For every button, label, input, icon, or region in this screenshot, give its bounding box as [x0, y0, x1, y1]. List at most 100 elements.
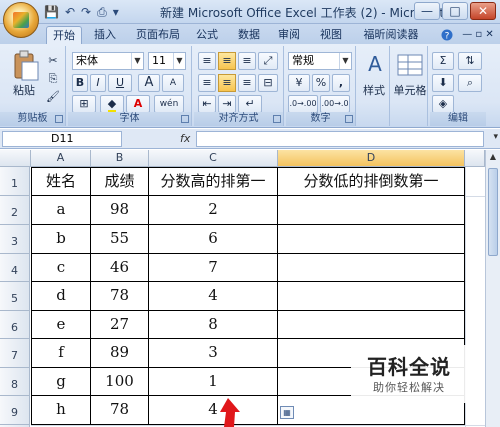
cell-a5[interactable]: d: [31, 282, 91, 311]
comma-button[interactable]: ,: [332, 74, 350, 92]
cell-b4[interactable]: 46: [91, 254, 149, 282]
cell-a1[interactable]: 姓名: [31, 167, 91, 196]
format-painter-icon[interactable]: 🖌: [44, 88, 62, 106]
align-right-icon[interactable]: ≡: [238, 74, 256, 92]
decrease-decimal-icon[interactable]: .00→.0: [320, 95, 350, 113]
cells-button[interactable]: 单元格: [392, 82, 428, 100]
undo-icon[interactable]: ↶: [65, 5, 75, 19]
formula-input[interactable]: [196, 131, 484, 147]
orientation-icon[interactable]: ⤢: [258, 52, 278, 70]
redo-icon[interactable]: ↷: [81, 5, 91, 19]
row-header-5[interactable]: 5: [0, 282, 30, 311]
save-icon[interactable]: 💾: [44, 5, 59, 19]
cell-b5[interactable]: 78: [91, 282, 149, 311]
tab-insert[interactable]: 插入: [88, 26, 122, 44]
currency-icon[interactable]: ¥: [288, 74, 310, 92]
column-header-e[interactable]: [465, 150, 485, 167]
autosum-button[interactable]: Σ: [432, 52, 454, 70]
row-header-6[interactable]: 6: [0, 311, 30, 339]
number-format-select[interactable]: 常规 ▼: [288, 52, 352, 70]
row-header-8[interactable]: 8: [0, 368, 30, 396]
cell-c7[interactable]: 3: [149, 339, 278, 368]
cell-a3[interactable]: b: [31, 225, 91, 254]
shrink-font-button[interactable]: A: [162, 74, 184, 92]
cell-b1[interactable]: 成绩: [91, 167, 149, 196]
cell-b8[interactable]: 100: [91, 368, 149, 396]
tab-page-layout[interactable]: 页面布局: [130, 26, 186, 44]
cell-a6[interactable]: e: [31, 311, 91, 339]
cells-icon[interactable]: [396, 52, 426, 82]
align-left-icon[interactable]: ≡: [198, 74, 216, 92]
tab-data[interactable]: 数据: [232, 26, 266, 44]
decrease-indent-icon[interactable]: ⇤: [198, 95, 216, 113]
copy-icon[interactable]: ⎘: [44, 70, 62, 88]
cell-a4[interactable]: c: [31, 254, 91, 282]
fill-icon[interactable]: ⬇: [432, 74, 454, 92]
help-icon[interactable]: ?: [440, 26, 454, 44]
tab-formulas[interactable]: 公式: [190, 26, 224, 44]
tab-foxit-reader[interactable]: 福昕阅读器: [356, 26, 426, 44]
office-button[interactable]: [3, 2, 39, 38]
cell-c9[interactable]: 4: [149, 396, 278, 425]
grow-font-button[interactable]: A: [138, 74, 160, 92]
cell-c5[interactable]: 4: [149, 282, 278, 311]
alignment-dialog-launcher[interactable]: [273, 115, 281, 123]
row-header-2[interactable]: 2: [0, 196, 30, 225]
minimize-button[interactable]: —: [414, 2, 440, 20]
cell-a2[interactable]: a: [31, 196, 91, 225]
cell-b2[interactable]: 98: [91, 196, 149, 225]
increase-decimal-icon[interactable]: .0→.00: [288, 95, 318, 113]
customize-qat-icon[interactable]: ▾: [113, 5, 119, 19]
find-select-icon[interactable]: ⌕: [458, 74, 482, 92]
font-color-icon[interactable]: A: [126, 95, 150, 113]
cell-d3[interactable]: [278, 225, 465, 254]
maximize-button[interactable]: □: [442, 2, 468, 20]
number-dialog-launcher[interactable]: [345, 115, 353, 123]
row-header-7[interactable]: 7: [0, 339, 30, 368]
paste-icon[interactable]: [10, 50, 40, 81]
align-bottom-icon[interactable]: ≡: [238, 52, 256, 70]
cell-a8[interactable]: g: [31, 368, 91, 396]
font-name-select[interactable]: 宋体 ▼: [72, 52, 144, 70]
underline-button[interactable]: U: [108, 74, 132, 92]
scroll-up-icon[interactable]: ▲: [487, 152, 499, 164]
cell-b9[interactable]: 78: [91, 396, 149, 425]
italic-button[interactable]: I: [90, 74, 106, 92]
scrollbar-thumb[interactable]: [488, 168, 498, 256]
fill-color-icon[interactable]: ◆: [100, 95, 124, 113]
merge-center-icon[interactable]: ⊟: [258, 74, 278, 92]
cell-d5[interactable]: [278, 282, 465, 311]
cell-c6[interactable]: 8: [149, 311, 278, 339]
row-header-4[interactable]: 4: [0, 254, 30, 282]
percent-button[interactable]: %: [312, 74, 330, 92]
row-header-9[interactable]: 9: [0, 396, 30, 425]
cell-c2[interactable]: 2: [149, 196, 278, 225]
paste-options-icon[interactable]: ▦: [280, 406, 294, 419]
borders-icon[interactable]: ⊞: [72, 95, 96, 113]
function-icon[interactable]: fx: [180, 132, 190, 145]
cell-d4[interactable]: [278, 254, 465, 282]
cell-d1[interactable]: 分数低的排倒数第一: [278, 167, 465, 196]
cut-icon[interactable]: ✂: [44, 52, 62, 70]
row-header-1[interactable]: 1: [0, 167, 30, 196]
cell-b6[interactable]: 27: [91, 311, 149, 339]
cell-d6[interactable]: [278, 311, 465, 339]
column-header-a[interactable]: A: [31, 150, 91, 167]
column-header-b[interactable]: B: [91, 150, 149, 167]
sort-filter-icon[interactable]: ⇅: [458, 52, 482, 70]
column-header-c[interactable]: C: [149, 150, 278, 167]
align-middle-icon[interactable]: ≡: [218, 52, 236, 70]
cell-c8[interactable]: 1: [149, 368, 278, 396]
paste-button[interactable]: 粘贴: [6, 82, 42, 100]
cell-d2[interactable]: [278, 196, 465, 225]
select-all-corner[interactable]: [0, 150, 31, 167]
cell-c4[interactable]: 7: [149, 254, 278, 282]
cell-a7[interactable]: f: [31, 339, 91, 368]
cell-b7[interactable]: 89: [91, 339, 149, 368]
wrap-text-icon[interactable]: ↵: [238, 95, 262, 113]
cell-c3[interactable]: 6: [149, 225, 278, 254]
tab-home[interactable]: 开始: [46, 26, 82, 44]
styles-button[interactable]: 样式: [358, 82, 390, 100]
name-box[interactable]: D11: [2, 131, 122, 147]
font-size-select[interactable]: 11 ▼: [148, 52, 186, 70]
